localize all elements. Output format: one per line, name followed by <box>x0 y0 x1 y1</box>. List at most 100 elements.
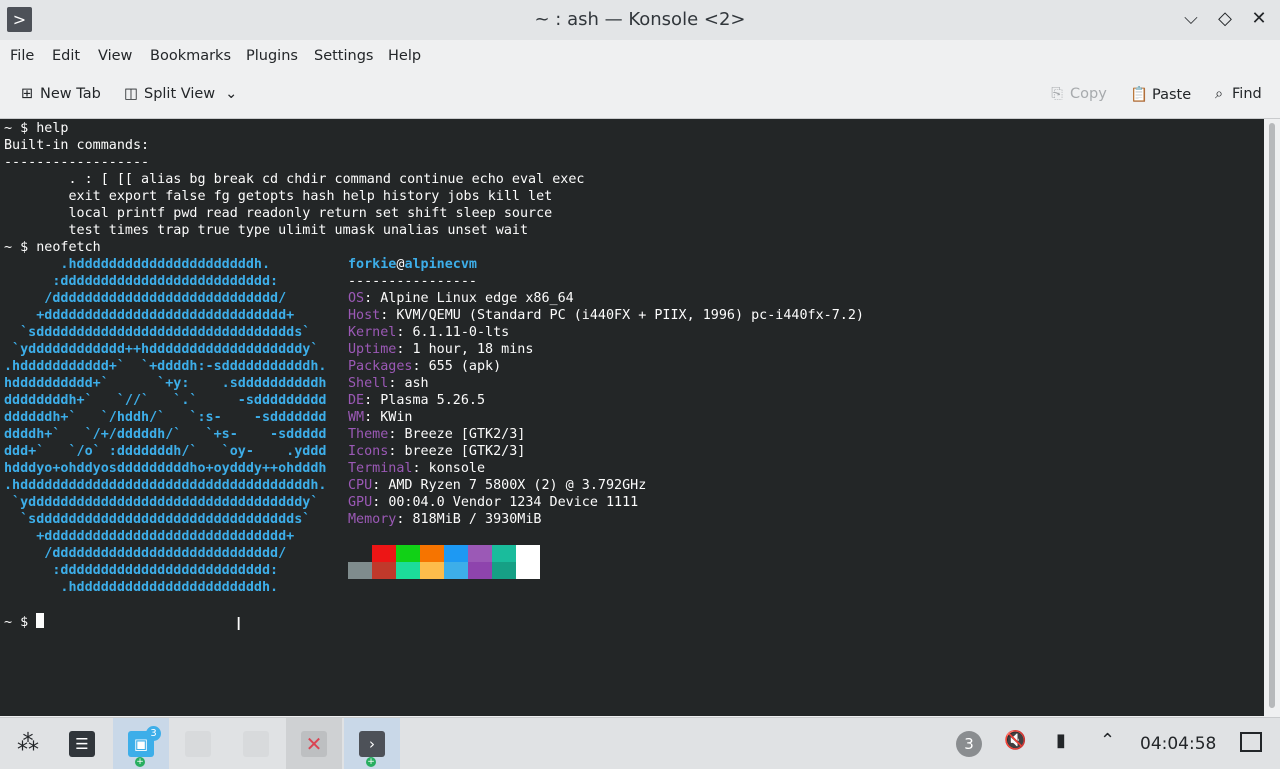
info-label: Packages <box>348 359 413 374</box>
copy-label: Copy <box>1070 86 1107 102</box>
info-label: WM <box>348 410 365 425</box>
chevron-up-icon[interactable]: ⌃ <box>1100 730 1115 751</box>
menu-bar: File Edit View Bookmarks Plugins Setting… <box>0 40 1280 74</box>
maximize-icon[interactable]: ◇ <box>1214 8 1236 30</box>
new-tab-button[interactable]: ⊞ New Tab <box>18 86 101 102</box>
color-swatch <box>516 562 540 579</box>
split-view-icon: ◫ <box>124 86 138 102</box>
color-palette-bottom <box>348 562 540 579</box>
task-badge: 3 <box>146 726 161 741</box>
find-button[interactable]: ⌕ Find <box>1210 86 1262 102</box>
task-dolphin[interactable]: ▣ 3 + <box>113 718 169 769</box>
info-label: GPU <box>348 495 373 510</box>
menu-settings[interactable]: Settings <box>314 48 373 64</box>
minimize-icon[interactable]: ⌵ <box>1180 8 1202 30</box>
task-system-settings[interactable]: ☰ <box>54 718 110 769</box>
window-title: ~ : ash — Konsole <2> <box>534 9 746 30</box>
info-host: Host: KVM/QEMU (Standard PC (i440FX + PI… <box>348 308 864 323</box>
info-label: Theme <box>348 427 389 442</box>
new-tab-icon: ⊞ <box>20 86 34 102</box>
info-gpu: GPU: 00:04.0 Vendor 1234 Device 1111 <box>348 495 639 510</box>
task-error-window[interactable]: ✕ <box>286 718 342 769</box>
info-label: Memory <box>348 512 397 527</box>
menu-bookmarks[interactable]: Bookmarks <box>150 48 231 64</box>
info-shell: Shell: ash <box>348 376 429 391</box>
menu-plugins[interactable]: Plugins <box>246 48 298 64</box>
info-os: OS: Alpine Linux edge x86_64 <box>348 291 574 306</box>
neofetch-logo-line: ddddddh+` `/hddh/` `:s- -sddddddd <box>4 410 327 425</box>
paste-icon: 📋 <box>1130 87 1149 103</box>
neofetch-logo-line: ddd+` `/o` :dddddddh/` `oy- .yddd <box>4 444 327 459</box>
neofetch-logo-line: hdddddddddd+` `+y: .sddddddddddh <box>4 376 327 391</box>
info-de: DE: Plasma 5.26.5 <box>348 393 486 408</box>
notifications-icon[interactable]: 3 <box>956 731 982 757</box>
info-label: CPU <box>348 478 373 493</box>
new-tab-label: New Tab <box>40 86 101 102</box>
scrollbar-thumb[interactable] <box>1269 123 1275 708</box>
neofetch-logo-line: :dddddddddddddddddddddddddd: <box>4 563 279 578</box>
text-cursor <box>36 613 45 628</box>
settings-icon: ☰ <box>69 730 95 757</box>
terminal-line: test times trap true type ulimit umask u… <box>4 223 529 238</box>
paste-button[interactable]: 📋 Paste <box>1130 86 1191 103</box>
clock[interactable]: 04:04:58 <box>1140 734 1216 754</box>
removable-device-icon[interactable]: ▮ <box>1056 730 1066 751</box>
hostname: alpinecvm <box>404 257 477 272</box>
neofetch-logo-line: /dddddddddddddddddddddddddddd/ <box>4 291 287 306</box>
color-swatch <box>348 562 372 579</box>
color-swatch <box>372 562 396 579</box>
menu-view[interactable]: View <box>98 48 132 64</box>
color-swatch <box>444 562 468 579</box>
info-value: KVM/QEMU (Standard PC (i440FX + PIIX, 19… <box>396 308 864 323</box>
error-icon: ✕ <box>301 730 327 757</box>
split-view-button[interactable]: ◫ Split View ⌄ <box>122 86 237 102</box>
info-value: konsole <box>428 461 486 476</box>
info-memory: Memory: 818MiB / 3930MiB <box>348 512 542 527</box>
menu-edit[interactable]: Edit <box>52 48 80 64</box>
terminal-line: local printf pwd read readonly return se… <box>4 206 553 221</box>
chevron-down-icon[interactable]: ⌄ <box>225 86 237 102</box>
menu-help[interactable]: Help <box>388 48 421 64</box>
terminal-view[interactable]: ~ $ help Built-in commands: ------------… <box>0 119 1264 716</box>
color-swatch <box>468 545 492 562</box>
info-label: Uptime <box>348 342 397 357</box>
info-value: ash <box>404 376 429 391</box>
neofetch-logo-line: :dddddddddddddddddddddddddd: <box>4 274 279 289</box>
task-document-2[interactable] <box>228 718 284 769</box>
volume-muted-icon[interactable]: 🔇 <box>1004 730 1026 751</box>
document-icon <box>185 730 211 757</box>
info-value: KWin <box>380 410 413 425</box>
terminal-line: ~ $ neofetch <box>4 240 101 255</box>
info-wm: WM: KWin <box>348 410 413 425</box>
application-launcher[interactable]: ⁂ <box>0 718 56 769</box>
color-swatch <box>348 545 372 562</box>
menu-file[interactable]: File <box>10 48 34 64</box>
close-icon[interactable]: ✕ <box>1248 8 1270 30</box>
info-value: 00:04.0 Vendor 1234 Device 1111 <box>388 495 639 510</box>
info-label: DE <box>348 393 365 408</box>
task-konsole[interactable]: › + <box>344 718 400 769</box>
neofetch-logo-line: `ydddddddddddd++hdddddddddddddddddddy` <box>4 342 319 357</box>
konsole-icon: › <box>359 730 385 757</box>
terminal-line: exit export false fg getopts hash help h… <box>4 189 553 204</box>
neofetch-logo-line: .hdddddddddddddddddddddddh. <box>4 580 279 595</box>
neofetch-logo-line: .hddddddddddd+` `+ddddh:-sdddddddddddh. <box>4 359 327 374</box>
color-swatch <box>444 545 468 562</box>
info-value: 1 hour, 18 mins <box>412 342 534 357</box>
terminal-scrollbar[interactable] <box>1264 119 1280 716</box>
color-swatch <box>468 562 492 579</box>
launcher-icon: ⁂ <box>17 731 39 756</box>
color-swatch <box>492 562 516 579</box>
title-bar: > ~ : ash — Konsole <2> ⌵ ◇ ✕ <box>0 0 1280 40</box>
ibeam-cursor-icon: I <box>236 614 242 635</box>
info-value: AMD Ryzen 7 5800X (2) @ 3.792GHz <box>388 478 647 493</box>
info-label: Host <box>348 308 381 323</box>
show-desktop-icon[interactable] <box>1240 732 1262 752</box>
color-swatch <box>372 545 396 562</box>
task-document-1[interactable] <box>170 718 226 769</box>
info-separator: ---------------- <box>348 274 477 289</box>
shell-prompt[interactable]: ~ $ <box>4 613 45 630</box>
find-label: Find <box>1232 86 1262 102</box>
username: forkie <box>348 257 397 272</box>
copy-button[interactable]: ⎘ Copy <box>1048 86 1107 102</box>
